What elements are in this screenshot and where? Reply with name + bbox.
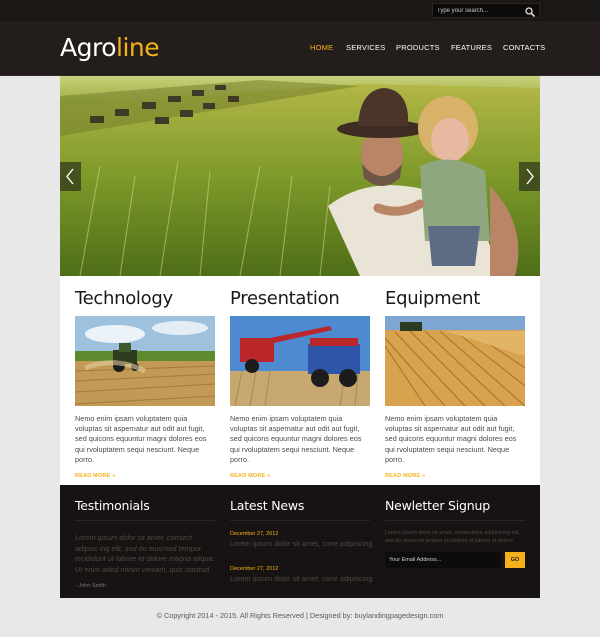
newsletter-text: Lorem ipsum dolor sit amet, consectetur … [385, 530, 521, 544]
feature-text: Nemo enim ipsam voluptatem quia voluptas… [75, 414, 207, 464]
divider [75, 520, 215, 521]
slider-next-button[interactable] [519, 162, 540, 191]
read-more-link[interactable]: READ MORE » [230, 473, 370, 479]
divider [385, 520, 525, 521]
feature-text: Nemo enim ipsam voluptatem quia voluptas… [230, 414, 362, 464]
footer-widgets: Testimonials Lorem ipsum dolor sit amet,… [60, 485, 540, 598]
divider [230, 520, 370, 521]
latest-news-column: Latest News December 27, 2012 Lorem ipsu… [230, 485, 372, 583]
search-input[interactable] [437, 5, 523, 17]
testimonials-column: Testimonials Lorem ipsum dolor sit amet,… [75, 485, 215, 589]
search-box [432, 3, 540, 18]
newsletter-title: Newletter Signup [385, 498, 490, 513]
read-more-link[interactable]: READ MORE » [385, 473, 525, 479]
search-icon[interactable] [524, 5, 536, 18]
feature-title: Equipment [385, 288, 481, 309]
chevron-right-icon [526, 168, 534, 185]
feature-title: Presentation [230, 288, 340, 309]
feature-image-harvester [230, 316, 370, 406]
feature-image-field [385, 316, 525, 406]
feature-title: Technology [75, 288, 173, 309]
feature-text: Nemo enim ipsam voluptatem quia voluptas… [385, 414, 517, 464]
testimonial-author: - John Smith [75, 583, 106, 589]
copyright-text: © Copyright 2014 - 2015. All Rights Rese… [156, 611, 444, 620]
nav-item-products[interactable]: PRODUCTS [396, 43, 440, 52]
nav-item-services[interactable]: SERVICES [346, 43, 385, 52]
slider-prev-button[interactable] [60, 162, 81, 191]
main-nav: HOME SERVICES PRODUCTS FEATURES CONTACTS [0, 43, 600, 55]
feature-image-tractor [75, 316, 215, 406]
hero-slider [60, 76, 540, 276]
features-section: Technology Nemo enim ipsam voluptatem qu… [60, 276, 540, 485]
top-bar [0, 0, 600, 21]
feature-equipment: Equipment Nemo enim ipsam voluptatem qui… [385, 276, 525, 479]
hero-image [60, 76, 540, 276]
nav-item-contacts[interactable]: CONTACTS [503, 43, 545, 52]
nav-item-features[interactable]: FEATURES [451, 43, 492, 52]
news-date: December 27, 2012 [230, 531, 279, 537]
news-item-link[interactable]: Lorem ipsum dolor sit amet, cone adipisc… [230, 574, 372, 583]
news-date: December 27, 2012 [230, 566, 279, 572]
testimonials-title: Testimonials [75, 498, 150, 513]
read-more-link[interactable]: READ MORE » [75, 473, 215, 479]
newsletter-column: Newletter Signup Lorem ipsum dolor sit a… [385, 485, 525, 568]
subscribe-button[interactable]: GO [505, 552, 525, 568]
feature-technology: Technology Nemo enim ipsam voluptatem qu… [75, 276, 215, 479]
chevron-left-icon [66, 168, 74, 185]
news-title: Latest News [230, 498, 305, 513]
news-item-link[interactable]: Lorem ipsum dolor sit amet, cone adipisc… [230, 539, 372, 548]
nav-item-home[interactable]: HOME [310, 43, 333, 52]
feature-presentation: Presentation Nemo enim ipsam voluptatem … [230, 276, 370, 479]
testimonial-quote: Lorem ipsum dolor sit amet, consect adip… [75, 533, 215, 574]
email-field[interactable] [385, 552, 501, 568]
